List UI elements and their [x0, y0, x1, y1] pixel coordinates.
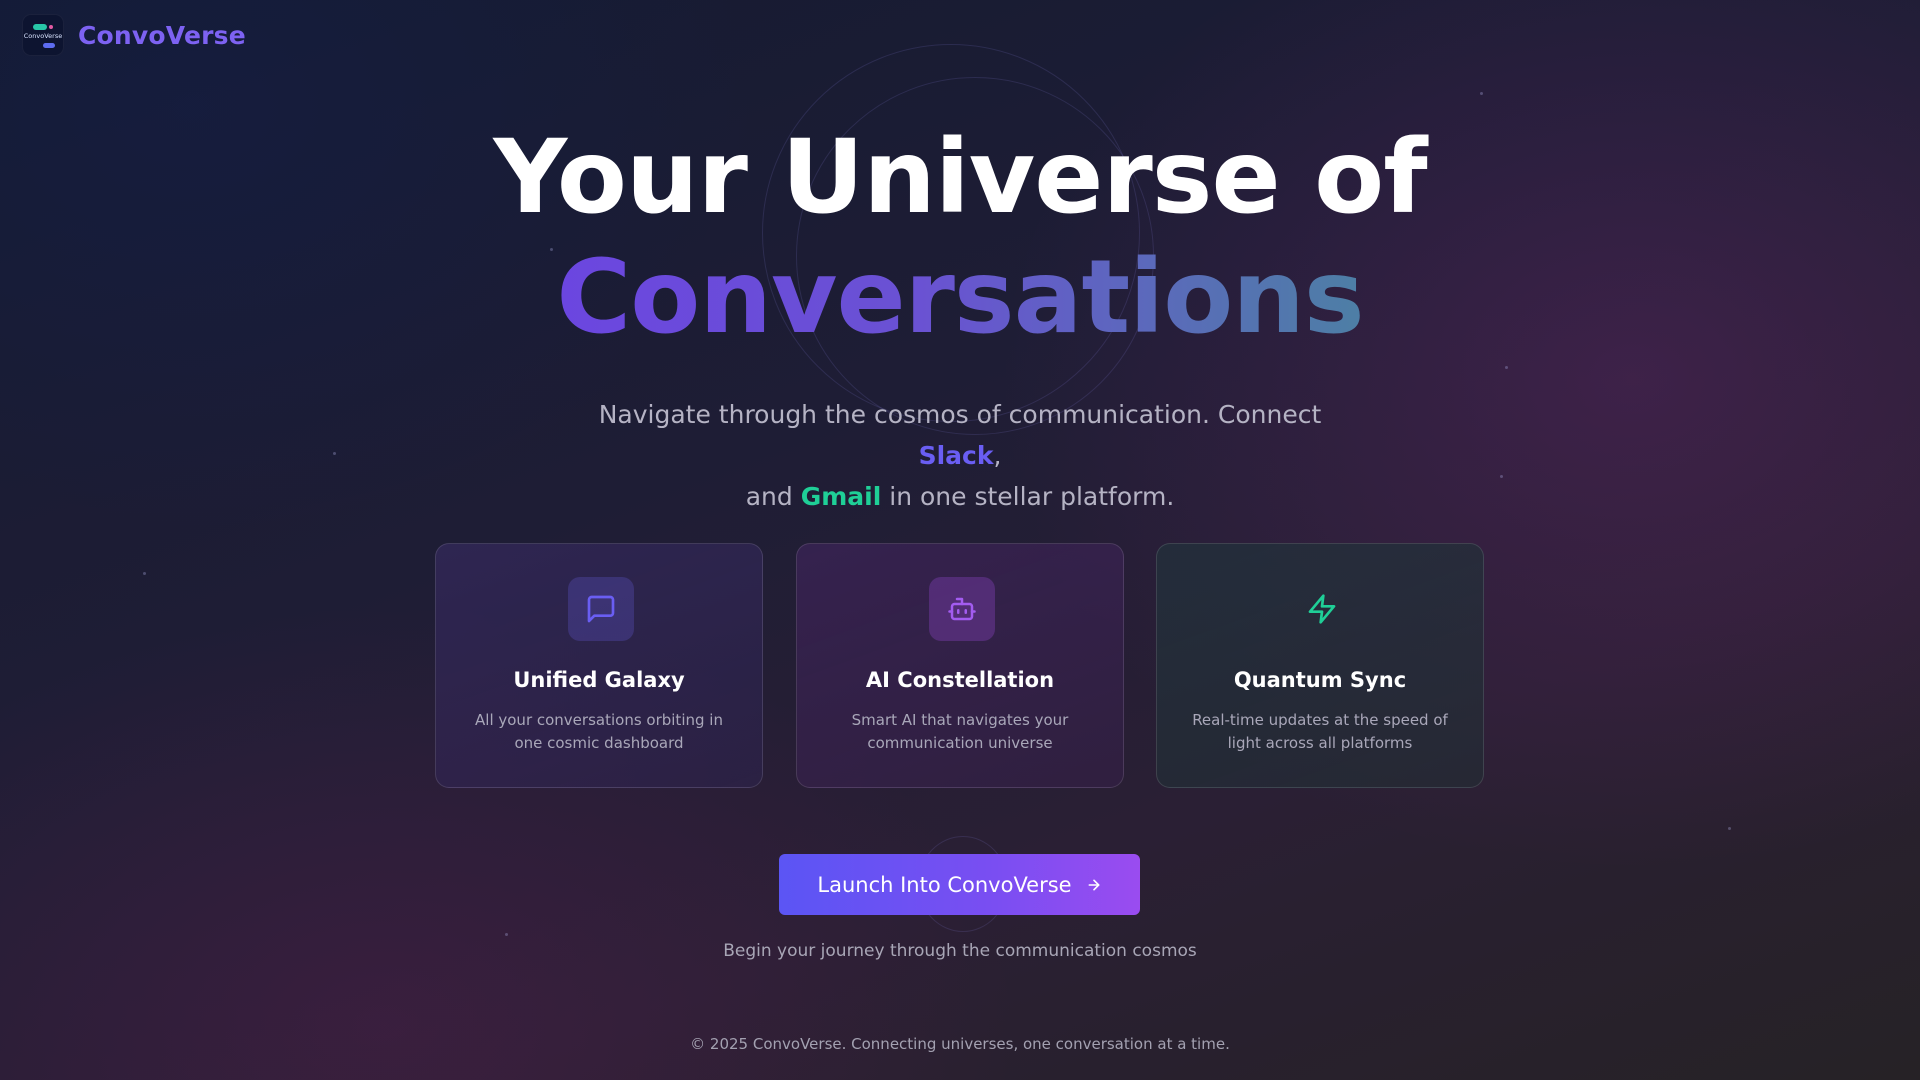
subtitle-text: in one stellar platform. [881, 482, 1175, 511]
star [143, 572, 146, 575]
hero-title-line2: Conversations [556, 238, 1364, 358]
feature-title: AI Constellation [865, 668, 1055, 692]
feature-title: Unified Galaxy [513, 668, 685, 692]
logo-dot [49, 25, 53, 29]
subtitle-text: Navigate through the cosmos of communica… [598, 400, 1322, 429]
hero-title-line1: Your Universe of [493, 118, 1427, 237]
subtitle-text: , [993, 441, 1002, 470]
logo-pill [33, 24, 47, 30]
feature-description: Smart AI that navigates your communicati… [851, 711, 1069, 752]
star [1505, 366, 1508, 369]
brand[interactable]: ConvoVerse ConvoVerse [22, 14, 246, 56]
subtitle-text: and [745, 482, 801, 511]
hero-subtitle: Navigate through the cosmos of communica… [560, 394, 1360, 517]
logo-pill [43, 43, 55, 48]
arrow-right-icon [1088, 879, 1100, 890]
hero-title: Your Universe of Conversations [0, 118, 1920, 359]
star [505, 933, 508, 936]
feature-card-ai-constellation: AI Constellation Smart AI that navigates… [796, 543, 1124, 788]
brand-name: ConvoVerse [78, 20, 246, 50]
logo-text: ConvoVerse [23, 32, 63, 40]
lightning-icon [1289, 577, 1355, 641]
feature-card-unified-galaxy: Unified Galaxy All your conversations or… [435, 543, 763, 788]
feature-card-quantum-sync: Quantum Sync Real-time updates at the sp… [1156, 543, 1484, 788]
star [1480, 92, 1483, 95]
brand-logo: ConvoVerse [22, 14, 64, 56]
cta-caption: Begin your journey through the communica… [723, 941, 1197, 961]
star [333, 452, 336, 455]
message-square-icon [568, 577, 634, 641]
star [1500, 475, 1503, 478]
footer-text: © 2025 ConvoVerse. Connecting universes,… [690, 1035, 1230, 1053]
feature-description: All your conversations orbiting in one c… [475, 711, 723, 752]
launch-button[interactable]: Launch Into ConvoVerse [779, 854, 1140, 915]
feature-description: Real-time updates at the speed of light … [1192, 711, 1448, 752]
slack-highlight: Slack [918, 441, 994, 470]
launch-button-label: Launch Into ConvoVerse [817, 872, 1072, 897]
feature-title: Quantum Sync [1233, 668, 1407, 692]
robot-icon [929, 577, 995, 641]
gmail-highlight: Gmail [800, 482, 882, 511]
star [1728, 827, 1731, 830]
